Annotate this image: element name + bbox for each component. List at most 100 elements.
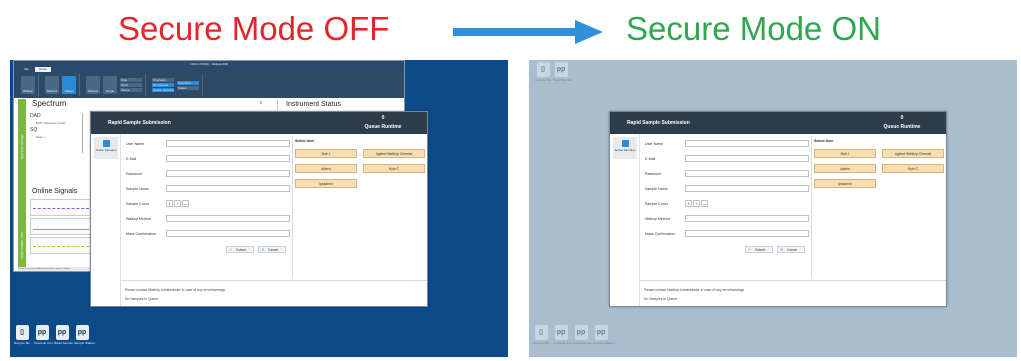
sample-count-value[interactable]: 1 bbox=[166, 200, 173, 207]
submit-label: Submit bbox=[236, 248, 246, 252]
form-row-sample-name: Sample Name bbox=[645, 185, 810, 193]
desktop-secure-off: 1290 LC/MSD - Walkup4000 File Home Walku… bbox=[10, 60, 508, 357]
user-name-input[interactable] bbox=[166, 140, 290, 147]
stop-button[interactable]: Stop bbox=[120, 78, 142, 82]
dialog-divider bbox=[292, 136, 293, 278]
tree-item-sq[interactable]: SQ bbox=[30, 127, 65, 134]
contact-admin-note: Please contact WalkUp Administrator in c… bbox=[644, 288, 745, 292]
mass-confirmation-input[interactable] bbox=[685, 230, 809, 237]
increment-button[interactable]: + bbox=[174, 200, 181, 207]
openlab-desktop-icon[interactable]: pp OpenLab Con bbox=[34, 325, 53, 345]
tab-home[interactable]: Home bbox=[34, 67, 51, 72]
email-label: E-Mail bbox=[645, 157, 656, 161]
user-name-input[interactable] bbox=[685, 140, 809, 147]
cancel-label: Cancel bbox=[268, 248, 278, 252]
samples-icon bbox=[621, 140, 629, 147]
mass-confirmation-label: Mass Confirmation bbox=[126, 232, 156, 236]
queue-count: 0 bbox=[381, 115, 385, 121]
submit-button[interactable]: ✓ Submit bbox=[745, 246, 773, 253]
desktop-icon-label: Recycle Bin bbox=[535, 78, 551, 82]
status-panel-button[interactable]: Status bbox=[177, 85, 199, 90]
dialog-title: Rapid Sample Submission bbox=[627, 120, 690, 126]
single-sample-button[interactable]: Single Sample bbox=[103, 76, 117, 123]
sample-walkup-desktop-icon[interactable]: pp Sample Walkup bbox=[74, 325, 95, 345]
submit-button[interactable]: ✓ Submit bbox=[226, 246, 254, 253]
desktop-icon-label: Sample Walkup bbox=[74, 341, 95, 345]
sample-count-value[interactable]: 1 bbox=[685, 200, 692, 207]
decrement-button[interactable]: — bbox=[701, 200, 708, 207]
user-button-lpsadmin[interactable]: lpsadmin bbox=[295, 179, 357, 188]
pause-button[interactable]: Pause bbox=[120, 88, 142, 92]
openlab-desktop-icon[interactable]: pp OpenLab Con bbox=[553, 325, 572, 345]
email-input[interactable] bbox=[685, 155, 809, 162]
close-icon: ✕ bbox=[261, 247, 265, 252]
dialog-divider bbox=[811, 136, 812, 278]
tree-item-sq-scan[interactable]: Scan + bbox=[30, 134, 65, 141]
online-signals-title: Online Signals bbox=[32, 188, 78, 195]
tree-item-dad[interactable]: DAD bbox=[30, 113, 65, 120]
walkup-method-input[interactable] bbox=[166, 215, 290, 222]
recycle-bin-top-icon[interactable]: ▯ Recycle Bin bbox=[535, 62, 551, 82]
mass-confirmation-input[interactable] bbox=[166, 230, 290, 237]
user-button-admin[interactable]: Admin bbox=[295, 164, 357, 173]
spectrum-title: Spectrum bbox=[32, 99, 67, 108]
status-view-button[interactable]: Status bbox=[62, 76, 76, 94]
user-button-bob-j[interactable]: Bob J bbox=[295, 149, 357, 158]
email-input[interactable] bbox=[166, 155, 290, 162]
pp-app-icon: pp bbox=[75, 325, 89, 340]
user-button-admin[interactable]: Admin bbox=[814, 164, 876, 173]
overview-button[interactable]: Overview bbox=[152, 78, 174, 82]
cancel-label: Cancel bbox=[787, 248, 797, 252]
user-button-lpsadmin[interactable]: lpsadmin bbox=[814, 179, 876, 188]
user-button-kyle-c[interactable]: Kyle C bbox=[363, 164, 425, 173]
desktop-secure-on: ▯ Recycle Bin pp Rapid Sample Rapid Samp… bbox=[529, 60, 1017, 357]
contact-admin-note: Please contact WalkUp Administrator in c… bbox=[125, 288, 226, 292]
user-button-agilent-walkup-chemist[interactable]: Agilent WalkUp Chemist bbox=[882, 149, 944, 158]
rapid-sample-desktop-icon[interactable]: pp Rapid Sample bbox=[54, 325, 73, 345]
spectrum-panel: Spectrum Settings 1290 LC/MSD - 180 Spec… bbox=[18, 99, 100, 267]
tab-file[interactable]: File bbox=[20, 67, 33, 72]
sample-count-stepper: 1 + — bbox=[685, 200, 708, 207]
desktop-icon-label: Sample Walkup bbox=[593, 341, 614, 345]
user-button-kyle-c[interactable]: Kyle C bbox=[882, 164, 944, 173]
instrument-label: 1290 LC/MSD - 180 bbox=[20, 232, 24, 259]
active-samples-button[interactable]: Active Samples bbox=[94, 137, 118, 159]
desktop-icon-label: OpenLab Con bbox=[34, 341, 53, 345]
sample-walkup-desktop-icon[interactable]: pp Sample Walkup bbox=[593, 325, 614, 345]
decrement-button[interactable]: — bbox=[182, 200, 189, 207]
signal-plot-pressure bbox=[30, 218, 92, 235]
check-icon: ✓ bbox=[748, 247, 752, 252]
sample-name-input[interactable] bbox=[166, 185, 290, 192]
form-row-sample-count: Sample Count 1 + — bbox=[645, 200, 810, 208]
walkup-method-input[interactable] bbox=[685, 215, 809, 222]
method-launch-button[interactable]: Method bbox=[86, 76, 100, 94]
cancel-button[interactable]: ✕ Cancel bbox=[777, 246, 805, 253]
password-input[interactable] bbox=[685, 170, 809, 177]
spectrum-panel-button[interactable]: Spectrum bbox=[177, 80, 199, 85]
signal-plot-dad bbox=[30, 199, 92, 216]
form-row-mass-confirmation: Mass Confirmation bbox=[645, 230, 810, 238]
close-icon[interactable]: × bbox=[259, 101, 263, 107]
rapid-sample-desktop-icon[interactable]: pp Rapid Sample bbox=[573, 325, 592, 345]
recycle-bin-desktop-icon[interactable]: ▯ Recycle Bin bbox=[14, 325, 30, 345]
desktop-icon-label: OpenLab Con bbox=[553, 341, 572, 345]
sample-name-input[interactable] bbox=[685, 185, 809, 192]
select-user-heading: Select User bbox=[814, 139, 834, 143]
abort-button[interactable]: Abort bbox=[120, 83, 142, 87]
password-input[interactable] bbox=[166, 170, 290, 177]
spectrum-settings-bar[interactable]: Spectrum Settings 1290 LC/MSD - 180 bbox=[18, 99, 26, 267]
user-button-bob-j[interactable]: Bob J bbox=[814, 149, 876, 158]
active-samples-button[interactable]: Active Samples bbox=[613, 137, 637, 159]
dialog-footer-divider bbox=[640, 280, 946, 281]
queue-runtime-button[interactable]: Queue Runtime bbox=[152, 88, 174, 92]
increment-button[interactable]: + bbox=[693, 200, 700, 207]
recycle-bin-desktop-icon[interactable]: ▯ Recycle Bin bbox=[533, 325, 549, 345]
tree-item-dad-spectrum[interactable]: DAD: Spectrum (max) bbox=[30, 120, 65, 127]
cancel-button[interactable]: ✕ Cancel bbox=[258, 246, 286, 253]
method-view-button[interactable]: Method bbox=[45, 76, 59, 94]
user-button-agilent-walkup-chemist[interactable]: Agilent WalkUp Chemist bbox=[363, 149, 425, 158]
dialog-title: Rapid Sample Submission bbox=[108, 120, 171, 126]
rapid-sample-top-icon[interactable]: pp Rapid Sample bbox=[553, 62, 572, 82]
walkup-button[interactable]: Walkup bbox=[21, 76, 35, 94]
run-queue-button[interactable]: Run Queue bbox=[152, 83, 174, 87]
